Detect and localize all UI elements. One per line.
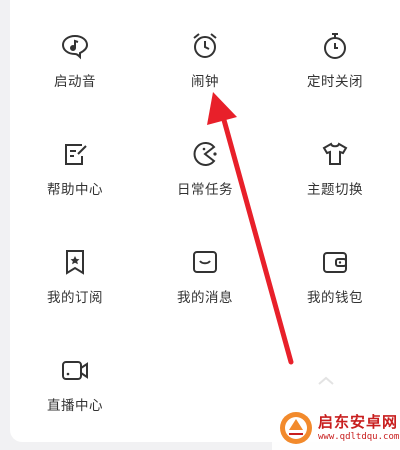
help-edit-icon	[59, 138, 91, 170]
timer-icon	[319, 30, 351, 62]
video-camera-icon	[59, 354, 91, 386]
menu-item-startup-sound[interactable]: 启动音	[10, 0, 140, 100]
menu-item-live-center[interactable]: 直播中心	[10, 324, 140, 424]
menu-item-label: 帮助中心	[47, 182, 103, 198]
menu-item-label: 闹钟	[191, 74, 219, 90]
menu-item-theme-switch[interactable]: 主题切换	[270, 108, 400, 208]
pacman-task-icon	[189, 138, 221, 170]
menu-item-my-messages[interactable]: 我的消息	[140, 216, 270, 316]
menu-item-daily-tasks[interactable]: 日常任务	[140, 108, 270, 208]
watermark-logo-icon	[280, 411, 312, 444]
wallet-icon	[319, 246, 351, 278]
message-icon	[189, 246, 221, 278]
menu-item-label: 启动音	[54, 74, 96, 90]
menu-item-help-center[interactable]: 帮助中心	[10, 108, 140, 208]
menu-item-label: 直播中心	[47, 398, 103, 414]
watermark-title: 启东安卓网	[318, 412, 399, 431]
chevron-up-icon[interactable]	[316, 375, 336, 387]
menu-panel: 启动音 闹钟 定时关闭 帮助中心 日常任务 主题切换 我的订阅 我的消息 我的钱…	[10, 0, 400, 442]
menu-item-my-wallet[interactable]: 我的钱包	[270, 216, 400, 316]
menu-item-label: 日常任务	[177, 182, 233, 198]
menu-item-alarm[interactable]: 闹钟	[140, 0, 270, 100]
menu-item-label: 主题切换	[307, 182, 363, 198]
music-note-icon	[59, 30, 91, 62]
watermark-url: www.qdltdqu.com	[318, 431, 400, 442]
alarm-clock-icon	[189, 30, 221, 62]
menu-item-label: 我的钱包	[307, 290, 363, 306]
tshirt-icon	[319, 138, 351, 170]
menu-item-my-subscriptions[interactable]: 我的订阅	[10, 216, 140, 316]
menu-item-label: 定时关闭	[307, 74, 363, 90]
menu-item-label: 我的消息	[177, 290, 233, 306]
menu-item-timer-off[interactable]: 定时关闭	[270, 0, 400, 100]
bookmark-icon	[59, 246, 91, 278]
watermark: 启东安卓网 www.qdltdqu.com	[272, 405, 400, 450]
menu-item-label: 我的订阅	[47, 290, 103, 306]
watermark-text: 启东安卓网 www.qdltdqu.com	[318, 413, 399, 443]
